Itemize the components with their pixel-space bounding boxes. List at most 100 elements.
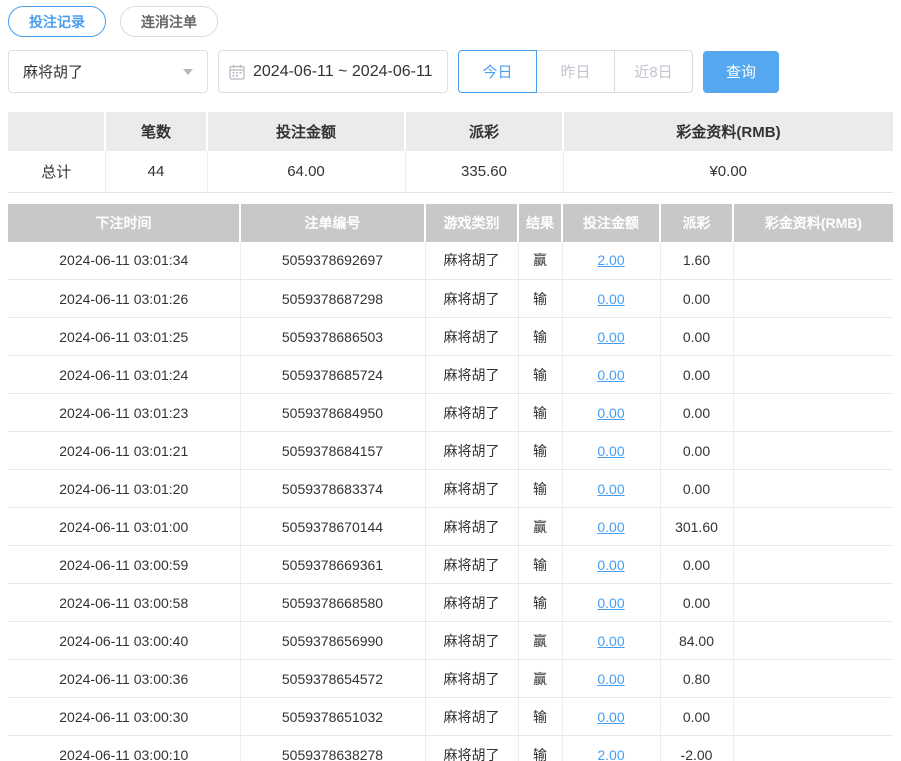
today-button[interactable]: 今日 [458, 50, 537, 93]
cell-result: 输 [518, 583, 563, 622]
cell-order-id: 5059378683374 [240, 469, 426, 508]
cell-game-type: 麻将胡了 [425, 659, 519, 698]
cell-game-type: 麻将胡了 [425, 735, 519, 761]
bet-amount-link[interactable]: 0.00 [597, 481, 624, 497]
cell-payout: 0.00 [660, 583, 734, 622]
cell-bet-amount: 0.00 [562, 355, 661, 394]
bet-amount-link[interactable]: 2.00 [597, 252, 624, 268]
cell-bonus [733, 583, 893, 622]
cell-result: 输 [518, 279, 563, 318]
summary-total-payout: 335.60 [405, 151, 564, 193]
cell-game-type: 麻将胡了 [425, 545, 519, 584]
table-row: 2024-06-11 03:01:25 5059378686503 麻将胡了输 0.0… [8, 317, 893, 356]
cell-payout: 1.60 [660, 241, 734, 280]
bet-amount-link[interactable]: 0.00 [597, 595, 624, 611]
bet-amount-link[interactable]: 0.00 [597, 557, 624, 573]
cell-order-id: 5059378687298 [240, 279, 426, 318]
bet-amount-link[interactable]: 2.00 [597, 747, 624, 761]
cell-result: 赢 [518, 621, 563, 660]
cell-order-id: 5059378638278 [240, 735, 426, 761]
cell-game-type: 麻将胡了 [425, 583, 519, 622]
table-row: 2024-06-11 03:00:30 5059378651032 麻将胡了输 0.0… [8, 697, 893, 736]
bet-amount-link[interactable]: 0.00 [597, 709, 624, 725]
cell-payout: 0.00 [660, 317, 734, 356]
bet-amount-link[interactable]: 0.00 [597, 405, 624, 421]
cell-result: 赢 [518, 507, 563, 546]
cell-order-id: 5059378651032 [240, 697, 426, 736]
cell-bet-amount: 0.00 [562, 393, 661, 432]
cell-bet-time: 2024-06-11 03:01:34 [8, 241, 241, 280]
bet-amount-link[interactable]: 0.00 [597, 671, 624, 687]
summary-header-bonus: 彩金资料(RMB) [563, 112, 893, 151]
tab-bet-records[interactable]: 投注记录 [8, 6, 106, 37]
cell-bonus [733, 393, 893, 432]
cell-result: 输 [518, 317, 563, 356]
cell-bonus [733, 659, 893, 698]
bet-amount-link[interactable]: 0.00 [597, 633, 624, 649]
cell-order-id: 5059378686503 [240, 317, 426, 356]
bet-amount-link[interactable]: 0.00 [597, 367, 624, 383]
table-row: 2024-06-11 03:00:58 5059378668580 麻将胡了输 0.0… [8, 583, 893, 622]
header-bet-amount: 投注金额 [562, 203, 661, 242]
table-row: 2024-06-11 03:01:24 5059378685724 麻将胡了输 0.0… [8, 355, 893, 394]
cell-game-type: 麻将胡了 [425, 469, 519, 508]
last-8-days-button[interactable]: 近8日 [614, 50, 693, 93]
summary-header-payout: 派彩 [405, 112, 564, 151]
bet-amount-link[interactable]: 0.00 [597, 519, 624, 535]
cell-payout: 84.00 [660, 621, 734, 660]
table-row: 2024-06-11 03:01:34 5059378692697 麻将胡了赢 2.0… [8, 241, 893, 280]
bet-amount-link[interactable]: 0.00 [597, 329, 624, 345]
summary-header-blank [8, 112, 106, 151]
cell-bonus [733, 317, 893, 356]
tab-cancelled-orders[interactable]: 连消注单 [120, 6, 218, 37]
cell-game-type: 麻将胡了 [425, 279, 519, 318]
cell-game-type: 麻将胡了 [425, 431, 519, 470]
cell-bet-time: 2024-06-11 03:01:00 [8, 507, 241, 546]
summary-table: 笔数 投注金额 派彩 彩金资料(RMB) 总计 44 64.00 335.60 … [8, 112, 893, 193]
cell-bet-time: 2024-06-11 03:01:21 [8, 431, 241, 470]
table-row: 2024-06-11 03:01:23 5059378684950 麻将胡了输 0.0… [8, 393, 893, 432]
cell-bonus [733, 545, 893, 584]
cell-bet-time: 2024-06-11 03:01:25 [8, 317, 241, 356]
cell-bet-time: 2024-06-11 03:01:20 [8, 469, 241, 508]
cell-result: 输 [518, 545, 563, 584]
cell-payout: 0.00 [660, 697, 734, 736]
cell-bet-time: 2024-06-11 03:00:10 [8, 735, 241, 761]
cell-order-id: 5059378669361 [240, 545, 426, 584]
date-range-input[interactable]: 2024-06-11 ~ 2024-06-11 [218, 50, 448, 93]
records-header-row: 下注时间 注单编号 游戏类别 结果 投注金额 派彩 彩金资料(RMB) [8, 203, 893, 242]
query-button[interactable]: 查询 [703, 50, 779, 93]
bet-records-page: 投注记录 连消注单 麻将胡了 2024-06-11 ~ 2024-06-11 今… [0, 0, 901, 761]
cell-game-type: 麻将胡了 [425, 317, 519, 356]
cell-payout: -2.00 [660, 735, 734, 761]
table-row: 2024-06-11 03:00:36 5059378654572 麻将胡了赢 0.0… [8, 659, 893, 698]
table-row: 2024-06-11 03:00:10 5059378638278 麻将胡了输 2.0… [8, 735, 893, 761]
bet-amount-link[interactable]: 0.00 [597, 291, 624, 307]
cell-bet-time: 2024-06-11 03:00:36 [8, 659, 241, 698]
cell-bonus [733, 355, 893, 394]
yesterday-button[interactable]: 昨日 [536, 50, 615, 93]
cell-payout: 0.00 [660, 393, 734, 432]
table-row: 2024-06-11 03:00:40 5059378656990 麻将胡了赢 0.0… [8, 621, 893, 660]
cell-order-id: 5059378668580 [240, 583, 426, 622]
summary-total-bet-amount: 64.00 [207, 151, 406, 193]
table-row: 2024-06-11 03:01:00 5059378670144 麻将胡了赢 0.0… [8, 507, 893, 546]
cell-bonus [733, 431, 893, 470]
cell-order-id: 5059378684950 [240, 393, 426, 432]
cell-bet-amount: 0.00 [562, 697, 661, 736]
game-select[interactable]: 麻将胡了 [8, 50, 208, 93]
cell-order-id: 5059378656990 [240, 621, 426, 660]
header-bonus: 彩金资料(RMB) [733, 203, 893, 242]
records-table: 下注时间 注单编号 游戏类别 结果 投注金额 派彩 彩金资料(RMB) 2024… [8, 203, 893, 761]
cell-result: 输 [518, 355, 563, 394]
cell-result: 输 [518, 431, 563, 470]
cell-bet-amount: 0.00 [562, 469, 661, 508]
cell-order-id: 5059378684157 [240, 431, 426, 470]
records-body: 2024-06-11 03:01:34 5059378692697 麻将胡了赢 2.0… [8, 241, 893, 761]
date-range-value: 2024-06-11 ~ 2024-06-11 [253, 62, 433, 80]
table-row: 2024-06-11 03:01:21 5059378684157 麻将胡了输 0.0… [8, 431, 893, 470]
bet-amount-link[interactable]: 0.00 [597, 443, 624, 459]
cell-bet-time: 2024-06-11 03:00:58 [8, 583, 241, 622]
header-order-id: 注单编号 [240, 203, 426, 242]
cell-bet-time: 2024-06-11 03:00:59 [8, 545, 241, 584]
